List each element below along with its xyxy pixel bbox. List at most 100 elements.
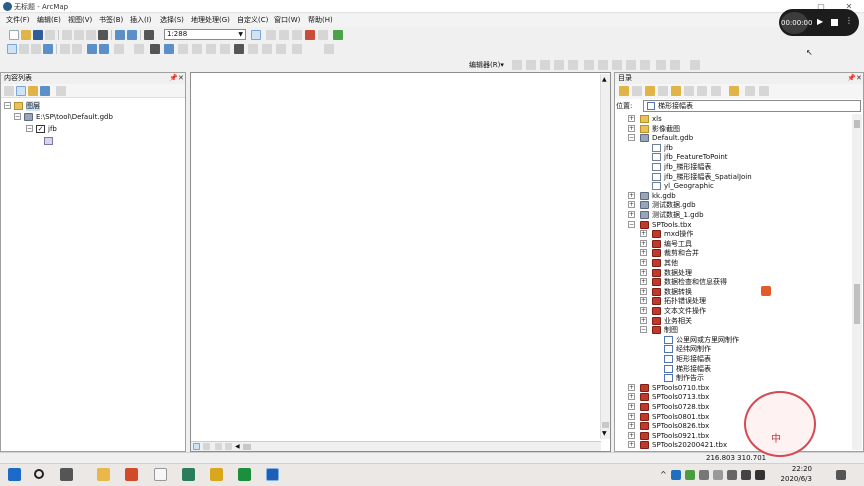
identify-icon[interactable] [164, 44, 174, 54]
catalog-window-icon[interactable] [279, 30, 289, 40]
menu-geoprocessing[interactable]: 地理处理(G) [191, 15, 230, 26]
collapse-icon[interactable]: − [26, 125, 33, 132]
arctoolbox-icon[interactable] [305, 30, 315, 40]
swipe-icon[interactable] [324, 44, 334, 54]
find-route-icon[interactable] [220, 44, 230, 54]
menu-customize[interactable]: 自定义(C) [237, 15, 268, 26]
wifi-icon[interactable] [741, 470, 751, 480]
forward-icon[interactable] [632, 86, 642, 96]
expand-icon[interactable]: + [640, 297, 647, 305]
editor-menu[interactable]: 编辑器(R)▾ [469, 60, 504, 70]
pause-drawing-icon[interactable] [225, 443, 232, 450]
forward-arrow-icon[interactable] [99, 44, 109, 54]
time-slider-icon[interactable] [262, 44, 272, 54]
table-of-contents-icon[interactable] [266, 30, 276, 40]
menu-view[interactable]: 视图(V) [68, 15, 92, 26]
list-by-selection-icon[interactable] [40, 86, 50, 96]
menu-windows[interactable]: 窗口(W) [274, 15, 300, 26]
measure-icon[interactable] [206, 44, 216, 54]
search-icon[interactable] [34, 469, 44, 479]
endpoint-arc-icon[interactable] [554, 60, 564, 70]
expand-icon[interactable]: + [628, 211, 635, 218]
connect-folder-icon[interactable] [671, 86, 681, 96]
checkbox-checked-icon[interactable]: ✓ [36, 125, 45, 133]
hscroll-thumb[interactable] [243, 444, 251, 450]
expand-icon[interactable]: + [628, 431, 635, 439]
expand-icon[interactable]: + [628, 201, 635, 209]
edit-annotation-icon[interactable] [526, 60, 536, 70]
expand-icon[interactable]: + [640, 316, 647, 324]
expand-icon[interactable]: + [628, 124, 635, 132]
list-by-drawing-order-icon[interactable] [4, 86, 14, 96]
expand-icon[interactable]: + [628, 393, 635, 401]
home-icon[interactable] [658, 86, 668, 96]
layer-symbol-icon[interactable] [44, 137, 53, 145]
back-icon[interactable] [619, 86, 629, 96]
arccatalog-icon[interactable] [182, 468, 195, 481]
modelbuilder-icon[interactable] [333, 30, 343, 40]
expand-icon[interactable]: + [640, 239, 647, 247]
expand-icon[interactable]: + [640, 278, 647, 286]
location-input[interactable]: 梯形接幅表 [643, 100, 861, 112]
layout-view-icon[interactable] [203, 443, 210, 450]
expand-icon[interactable]: + [640, 287, 647, 295]
html-popup-icon[interactable] [192, 44, 202, 54]
full-extent-icon[interactable] [43, 44, 53, 54]
toggle-contents-icon[interactable] [684, 86, 694, 96]
expand-icon[interactable]: + [640, 230, 647, 238]
collapse-icon[interactable]: − [628, 220, 635, 228]
chevron-up-icon[interactable]: ^ [660, 470, 667, 479]
tray-network-icon[interactable] [699, 470, 709, 480]
arcmap-taskbar-icon[interactable] [266, 468, 279, 481]
browser-icon[interactable] [238, 468, 251, 481]
scroll-up-icon[interactable]: ▲ [602, 76, 607, 83]
new-document-icon[interactable] [9, 30, 19, 40]
zoom-out-icon[interactable] [19, 44, 29, 54]
refresh-catalog-icon[interactable] [745, 86, 755, 96]
ime-icon[interactable] [755, 470, 765, 480]
edit-tool-icon[interactable] [512, 60, 522, 70]
print-icon[interactable] [45, 30, 55, 40]
redo-icon[interactable] [127, 30, 137, 40]
create-features-icon[interactable] [690, 60, 700, 70]
find-icon[interactable] [234, 44, 244, 54]
expand-icon[interactable]: + [640, 249, 647, 257]
expand-icon[interactable]: + [640, 268, 647, 276]
catalog-vertical-scrollbar[interactable] [852, 114, 862, 450]
data-view-icon[interactable] [193, 443, 200, 450]
sketch-properties-icon[interactable] [670, 60, 680, 70]
play-icon[interactable]: ▶ [817, 17, 823, 26]
list-by-visibility-icon[interactable] [28, 86, 38, 96]
delete-icon[interactable] [98, 30, 108, 40]
add-data-icon[interactable] [144, 30, 154, 40]
collapse-icon[interactable]: − [4, 102, 11, 109]
pan-icon[interactable] [31, 44, 41, 54]
map-scale-select[interactable]: 1:288 ▼ [164, 29, 246, 40]
viewer-window-icon[interactable] [276, 44, 286, 54]
expand-icon[interactable]: + [628, 403, 635, 410]
scroll-left-icon[interactable]: ◀ [235, 443, 240, 450]
back-arrow-icon[interactable] [87, 44, 97, 54]
menu-selection[interactable]: 选择(S) [160, 15, 184, 26]
undo-icon[interactable] [115, 30, 125, 40]
select-elements-icon[interactable] [150, 44, 160, 54]
reshape-icon[interactable] [598, 60, 608, 70]
close-icon[interactable]: ✕ [856, 73, 862, 84]
expand-icon[interactable]: + [628, 383, 635, 391]
task-view-icon[interactable] [60, 468, 73, 481]
expand-icon[interactable]: + [628, 115, 635, 122]
clock-time[interactable]: 22:20 [780, 465, 812, 473]
catalog-scroll-thumb[interactable] [854, 284, 860, 324]
notification-icon[interactable] [836, 470, 846, 480]
cut-polygons-icon[interactable] [612, 60, 622, 70]
file-explorer-icon[interactable] [97, 468, 110, 481]
expand-icon[interactable]: + [628, 422, 635, 430]
options-icon[interactable] [759, 86, 769, 96]
scroll-thumb[interactable] [602, 422, 609, 428]
split-icon[interactable] [626, 60, 636, 70]
clock-date[interactable]: 2020/6/3 [774, 475, 812, 483]
scroll-down-icon[interactable]: ▼ [602, 430, 607, 437]
clear-selection-icon[interactable] [134, 44, 144, 54]
pin-icon[interactable]: 📌 [169, 73, 178, 84]
expand-icon[interactable]: + [628, 441, 635, 449]
